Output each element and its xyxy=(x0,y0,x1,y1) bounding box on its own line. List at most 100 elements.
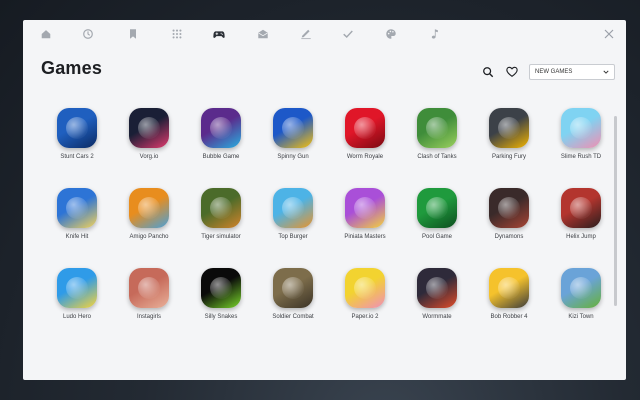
game-title: Bubble Game xyxy=(202,154,240,160)
game-icon[interactable] xyxy=(201,108,241,148)
game-icon[interactable] xyxy=(129,108,169,148)
game-icon[interactable] xyxy=(273,108,313,148)
game-icon-art xyxy=(138,197,160,219)
game-tile[interactable]: Wormmate xyxy=(401,268,473,320)
scrollbar[interactable] xyxy=(614,116,617,306)
game-icon[interactable] xyxy=(345,188,385,228)
game-tile[interactable]: Dynamons xyxy=(473,188,545,240)
game-icon[interactable] xyxy=(489,188,529,228)
game-icon-art xyxy=(426,117,448,139)
game-icon[interactable] xyxy=(417,268,457,308)
game-icon-art xyxy=(210,197,232,219)
home-icon[interactable] xyxy=(39,27,53,41)
gamepad-icon[interactable] xyxy=(212,27,226,41)
game-title: Wormmate xyxy=(422,314,452,320)
game-tile[interactable]: Vorg.io xyxy=(113,108,185,160)
game-title: Amigo Pancho xyxy=(129,234,169,240)
game-title: Slime Rush TD xyxy=(560,154,602,160)
game-icon[interactable] xyxy=(345,268,385,308)
game-icon[interactable] xyxy=(561,268,601,308)
game-tile[interactable]: Clash of Tanks xyxy=(401,108,473,160)
game-icon-art xyxy=(66,197,88,219)
game-tile[interactable]: Ludo Hero xyxy=(41,268,113,320)
game-tile[interactable]: Tiger simulator xyxy=(185,188,257,240)
game-icon[interactable] xyxy=(57,108,97,148)
game-tile[interactable]: Knife Hit xyxy=(41,188,113,240)
pen-icon[interactable] xyxy=(299,27,313,41)
game-title: Ludo Hero xyxy=(62,314,92,320)
game-tile[interactable]: Helix Jump xyxy=(545,188,617,240)
game-title: Soldier Combat xyxy=(272,314,314,320)
game-icon-art xyxy=(498,277,520,299)
checkmark-icon[interactable] xyxy=(341,27,355,41)
game-tile[interactable]: Slime Rush TD xyxy=(545,108,617,160)
game-icon-art xyxy=(282,277,304,299)
game-icon-art xyxy=(354,277,376,299)
game-tile[interactable]: Stunt Cars 2 xyxy=(41,108,113,160)
chevron-down-icon xyxy=(603,69,609,75)
game-icon-art xyxy=(498,117,520,139)
game-title: Instagirls xyxy=(136,314,161,320)
game-title: Kizi Town xyxy=(568,314,594,320)
game-title: Worm Royale xyxy=(346,154,384,160)
game-tile[interactable]: Soldier Combat xyxy=(257,268,329,320)
game-tile[interactable]: Bubble Game xyxy=(185,108,257,160)
game-tile[interactable]: Piniata Masters xyxy=(329,188,401,240)
games-panel: Games NEW GAMES Stunt Cars 2 Vorg.io Bubbl… xyxy=(23,20,626,380)
game-title: Tiger simulator xyxy=(201,234,241,240)
game-title: Silly Snakes xyxy=(204,314,238,320)
game-title: Bob Robber 4 xyxy=(490,314,528,320)
game-title: Spinny Gun xyxy=(277,154,309,160)
game-icon-art xyxy=(426,277,448,299)
game-icon[interactable] xyxy=(201,268,241,308)
game-icon[interactable] xyxy=(561,188,601,228)
game-tile[interactable]: Kizi Town xyxy=(545,268,617,320)
close-icon[interactable] xyxy=(602,27,616,41)
search-icon[interactable] xyxy=(481,65,495,79)
game-tile[interactable]: Parking Fury xyxy=(473,108,545,160)
palette-icon[interactable] xyxy=(384,27,398,41)
game-icon[interactable] xyxy=(561,108,601,148)
game-icon[interactable] xyxy=(201,188,241,228)
game-icon[interactable] xyxy=(417,188,457,228)
mail-icon[interactable] xyxy=(256,27,270,41)
game-icon[interactable] xyxy=(57,188,97,228)
game-title: Clash of Tanks xyxy=(417,154,457,160)
game-tile[interactable]: Bob Robber 4 xyxy=(473,268,545,320)
game-icon[interactable] xyxy=(489,108,529,148)
game-icon-art xyxy=(66,117,88,139)
toolbar: NEW GAMES xyxy=(481,64,615,80)
game-tile[interactable]: Worm Royale xyxy=(329,108,401,160)
game-icon[interactable] xyxy=(129,188,169,228)
game-tile[interactable]: Silly Snakes xyxy=(185,268,257,320)
sort-dropdown-value: NEW GAMES xyxy=(535,69,573,75)
game-icon-art xyxy=(210,117,232,139)
game-title: Dynamons xyxy=(494,234,524,240)
game-tile[interactable]: Spinny Gun xyxy=(257,108,329,160)
game-icon[interactable] xyxy=(273,268,313,308)
game-tile[interactable]: Top Burger xyxy=(257,188,329,240)
game-icon[interactable] xyxy=(129,268,169,308)
game-tile[interactable]: Pool Game xyxy=(401,188,473,240)
history-icon[interactable] xyxy=(81,27,95,41)
game-icon[interactable] xyxy=(489,268,529,308)
game-tile[interactable]: Amigo Pancho xyxy=(113,188,185,240)
bookmark-icon[interactable] xyxy=(126,27,140,41)
game-icon[interactable] xyxy=(273,188,313,228)
game-icon[interactable] xyxy=(417,108,457,148)
game-icon[interactable] xyxy=(57,268,97,308)
music-note-icon[interactable] xyxy=(427,27,441,41)
game-title: Stunt Cars 2 xyxy=(60,154,94,160)
apps-grid-icon[interactable] xyxy=(170,27,184,41)
game-icon[interactable] xyxy=(345,108,385,148)
game-tile[interactable]: Paper.io 2 xyxy=(329,268,401,320)
game-icon-art xyxy=(138,117,160,139)
game-icon-art xyxy=(282,197,304,219)
game-icon-art xyxy=(570,117,592,139)
game-title: Parking Fury xyxy=(491,154,526,160)
game-tile[interactable]: Instagirls xyxy=(113,268,185,320)
game-title: Helix Jump xyxy=(566,234,596,240)
game-title: Top Burger xyxy=(278,234,308,240)
heart-icon[interactable] xyxy=(505,65,519,79)
sort-dropdown[interactable]: NEW GAMES xyxy=(529,64,615,80)
